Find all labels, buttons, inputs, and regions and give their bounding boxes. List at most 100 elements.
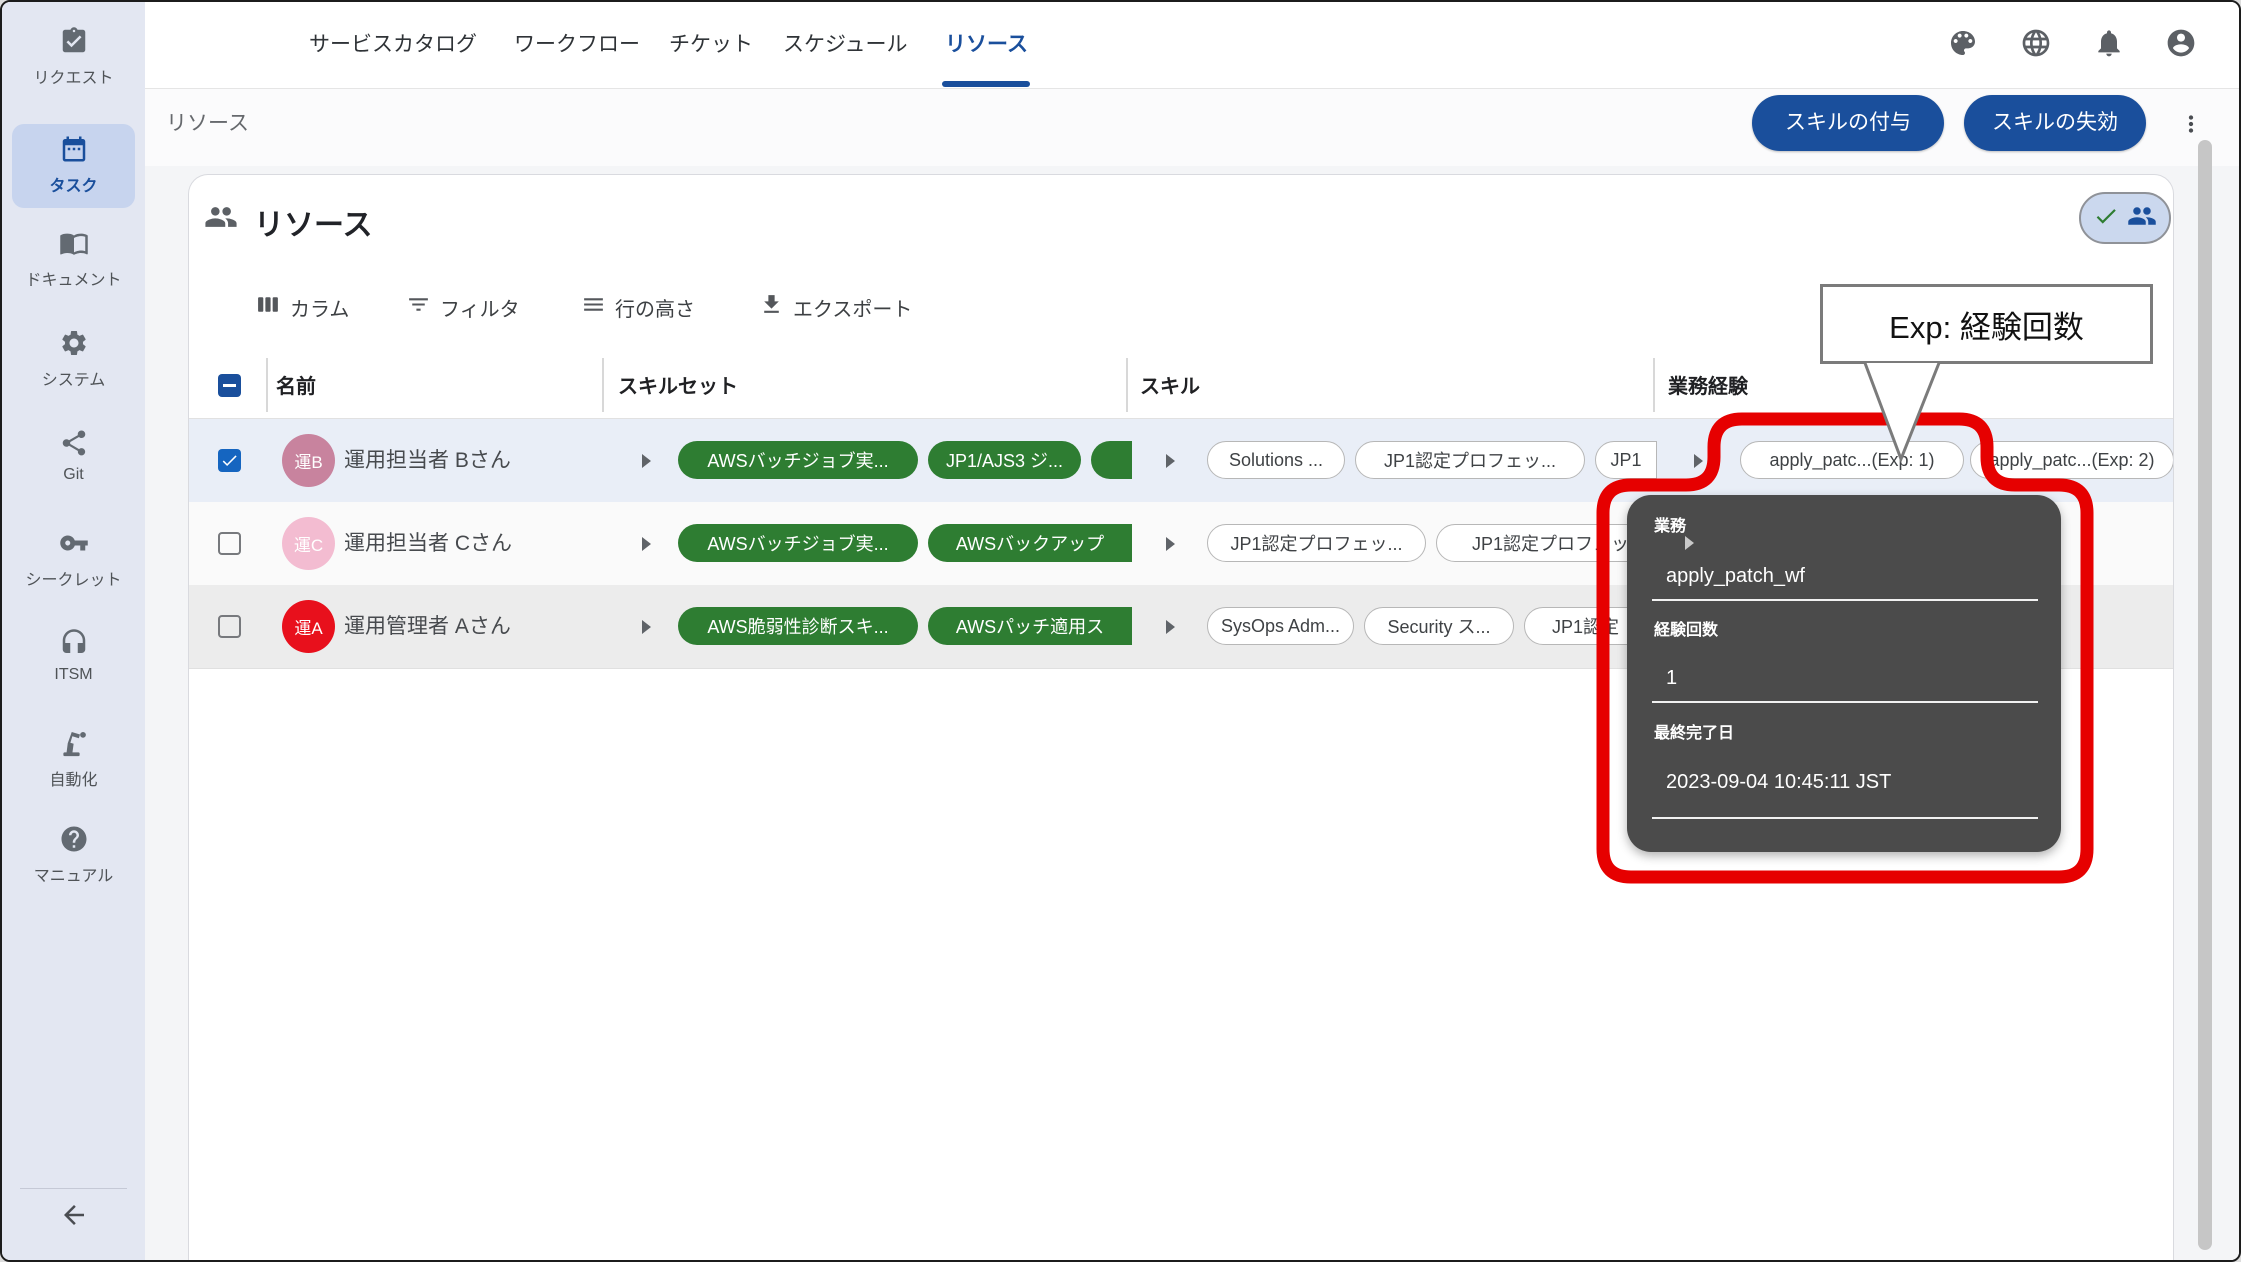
avatar: 運B <box>282 434 335 487</box>
export-label: エクスポート <box>793 293 912 322</box>
tab-schedule[interactable]: スケジュール <box>783 2 908 87</box>
skill-chip[interactable]: JP1 <box>1595 441 1657 479</box>
sidebar-item-git[interactable]: Git <box>2 428 145 484</box>
sidebar-item-secret[interactable]: シークレット <box>2 528 145 590</box>
sidebar-item-document[interactable]: ドキュメント <box>2 228 145 290</box>
row-height-button[interactable]: 行の高さ <box>581 292 695 323</box>
row-height-label: 行の高さ <box>615 293 695 322</box>
avatar: 運A <box>282 600 335 653</box>
callout-text: Exp: 経験回数 <box>1889 302 2084 347</box>
tab-workflow[interactable]: ワークフロー <box>514 2 640 87</box>
breadcrumb: リソース <box>166 89 249 166</box>
download-icon <box>759 292 784 323</box>
page-bar: リソース スキルの付与 スキルの失効 <box>145 89 2241 166</box>
expander-icon[interactable] <box>1166 537 1175 551</box>
show-selected-toggle[interactable] <box>2079 192 2171 244</box>
sidebar-item-itsm[interactable]: ITSM <box>2 628 145 684</box>
arrow-left-icon <box>59 1217 89 1234</box>
help-icon <box>59 841 89 858</box>
table-row[interactable]: 運B 運用担当者 Bさん AWSバッチジョブ実... JP1/AJS3 ジ...… <box>189 419 2173 502</box>
tooltip-value: apply_patch_wf <box>1666 565 1805 588</box>
expander-icon[interactable] <box>642 537 651 551</box>
column-divider <box>1126 358 1128 412</box>
expander-icon[interactable] <box>1166 454 1175 468</box>
experience-chip[interactable]: apply_patc...(Exp: 2) <box>1970 441 2173 479</box>
bell-icon[interactable] <box>2093 27 2125 59</box>
tooltip-value: 1 <box>1666 667 1677 690</box>
sidebar-item-request[interactable]: リクエスト <box>2 26 145 88</box>
header-skillset[interactable]: スキルセット <box>618 370 738 399</box>
column-divider <box>266 358 268 412</box>
columns-icon <box>256 292 281 323</box>
revoke-skill-button[interactable]: スキルの失効 <box>1964 95 2146 151</box>
skillset-chip[interactable]: AWSバッチジョブ実... <box>678 441 918 479</box>
sidebar-item-automation[interactable]: 自動化 <box>2 728 145 790</box>
sidebar-label: 自動化 <box>2 766 145 790</box>
globe-icon[interactable] <box>2020 27 2052 59</box>
filter-icon <box>406 292 431 323</box>
sidebar-label: マニュアル <box>2 862 145 886</box>
check-icon <box>2093 203 2119 234</box>
skillset-chip[interactable]: JP1/AJS3 ジ... <box>928 441 1081 479</box>
skill-chip[interactable]: JP1認定プロフェッ... <box>1207 524 1426 562</box>
tooltip-label: 最終完了日 <box>1654 719 1734 743</box>
active-tab-underline <box>942 81 1030 87</box>
skillset-chip[interactable]: AWSバックアップ <box>928 524 1132 562</box>
export-button[interactable]: エクスポート <box>759 292 912 323</box>
sidebar-label: ドキュメント <box>2 266 145 290</box>
sidebar-label: タスク <box>12 172 135 196</box>
header-experience[interactable]: 業務経験 <box>1668 370 1748 399</box>
expander-icon[interactable] <box>642 620 651 634</box>
grant-skill-button[interactable]: スキルの付与 <box>1752 95 1944 151</box>
book-icon <box>59 245 89 262</box>
columns-button[interactable]: カラム <box>256 292 349 323</box>
gear-icon <box>59 345 89 362</box>
skillset-chip[interactable]: AWSパッチ適用ス <box>928 607 1132 645</box>
sidebar-label: システム <box>2 366 145 390</box>
sidebar-collapse-button[interactable] <box>2 1200 145 1235</box>
share-icon <box>59 445 89 462</box>
skillset-chip[interactable]: AWSバッチジョブ実... <box>678 524 918 562</box>
avatar: 運C <box>282 517 335 570</box>
palette-icon[interactable] <box>1947 27 1979 59</box>
expander-icon[interactable] <box>642 454 651 468</box>
filter-button[interactable]: フィルタ <box>406 292 520 323</box>
skill-chip[interactable]: SysOps Adm... <box>1207 607 1354 645</box>
skill-chip[interactable]: Solutions ... <box>1207 441 1345 479</box>
header-skill[interactable]: スキル <box>1140 370 1200 399</box>
skill-chip[interactable]: JP1認定プロフェッ... <box>1355 441 1585 479</box>
experience-chip[interactable]: apply_patc...(Exp: 1) <box>1740 441 1964 479</box>
expander-icon[interactable] <box>1166 620 1175 634</box>
sidebar-item-manual[interactable]: マニュアル <box>2 824 145 886</box>
sidebar: リクエスト タスク ドキュメント システム Git シークレット ITSM 自 <box>2 2 145 1262</box>
expander-icon[interactable] <box>1694 454 1703 468</box>
skill-chip[interactable]: Security ス... <box>1364 607 1514 645</box>
tab-ticket[interactable]: チケット <box>669 2 753 87</box>
row-checkbox[interactable] <box>218 615 241 638</box>
header-name[interactable]: 名前 <box>276 370 316 399</box>
sidebar-label: Git <box>2 466 145 484</box>
sidebar-label: リクエスト <box>2 64 145 88</box>
sidebar-divider <box>20 1188 127 1189</box>
expander-icon[interactable] <box>1685 536 1694 550</box>
sidebar-item-task[interactable]: タスク <box>12 124 135 208</box>
account-icon[interactable] <box>2165 27 2197 59</box>
columns-label: カラム <box>290 293 349 322</box>
skillset-chip[interactable] <box>1091 441 1132 479</box>
row-checkbox[interactable] <box>218 532 241 555</box>
tab-resource[interactable]: リソース <box>945 2 1028 87</box>
top-navigation: サービスカタログ ワークフロー チケット スケジュール リソース <box>145 2 2241 89</box>
select-all-checkbox[interactable] <box>218 374 241 397</box>
skillset-chip[interactable]: AWS脆弱性診断スキ... <box>678 607 918 645</box>
tooltip-value: 2023-09-04 10:45:11 JST <box>1666 771 1891 794</box>
page-title: リソース <box>254 200 373 244</box>
row-checkbox[interactable] <box>218 449 241 472</box>
row-height-icon <box>581 292 606 323</box>
groups-icon <box>200 200 242 239</box>
filter-label: フィルタ <box>440 293 520 322</box>
key-icon <box>59 545 89 562</box>
sidebar-item-system[interactable]: システム <box>2 328 145 390</box>
vertical-scrollbar[interactable] <box>2198 140 2212 1250</box>
tab-service-catalog[interactable]: サービスカタログ <box>309 2 477 87</box>
sidebar-label: ITSM <box>2 666 145 684</box>
